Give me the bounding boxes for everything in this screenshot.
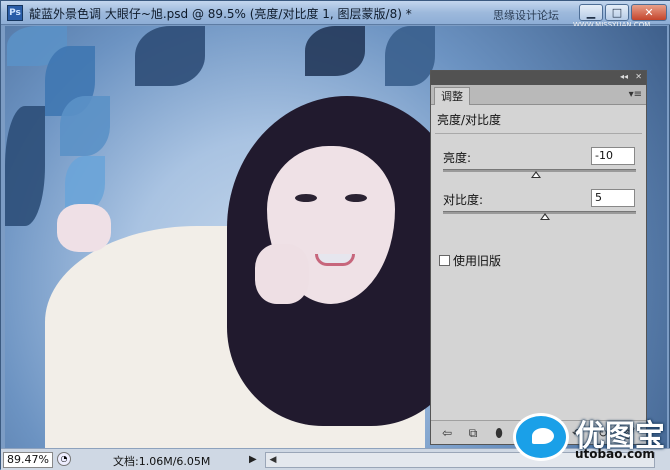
document-title: 靛蓝外景色调 大眼仔~旭.psd @ 89.5% (亮度/对比度 1, 图层蒙版… (29, 7, 412, 21)
navigator-icon[interactable]: ◔ (57, 452, 71, 466)
clip-layer-icon[interactable]: ⬮ (491, 425, 507, 441)
zoom-input[interactable]: 89.47% (3, 452, 53, 468)
document-size-info: 文档:1.06M/6.05M (113, 455, 211, 468)
photo-eye (295, 194, 317, 202)
photoshop-window: Ps 靛蓝外景色调 大眼仔~旭.psd @ 89.5% (亮度/对比度 1, 图… (0, 0, 670, 470)
minimize-button[interactable]: ▁ (579, 4, 603, 21)
maximize-button[interactable]: □ (605, 4, 629, 21)
adjustments-panel: ◂◂ ✕ 调整 ▾≡ 亮度/对比度 亮度: -10 对比度: 5 使用旧版 ⇦ … (430, 70, 647, 445)
divider (435, 133, 642, 134)
contrast-input[interactable]: 5 (591, 189, 635, 207)
document-canvas[interactable]: ◂◂ ✕ 调整 ▾≡ 亮度/对比度 亮度: -10 对比度: 5 使用旧版 ⇦ … (5, 26, 667, 448)
use-legacy-label: 使用旧版 (453, 254, 502, 268)
panel-menu-icon[interactable]: ▾≡ (629, 89, 642, 100)
adjustment-heading: 亮度/对比度 (437, 113, 502, 127)
leaf-decoration (135, 26, 205, 86)
photo-hand (57, 204, 111, 252)
collapse-icon[interactable]: ◂◂ (620, 72, 628, 81)
leaf-decoration (305, 26, 365, 76)
scroll-left-icon[interactable]: ◀ (266, 453, 280, 467)
use-legacy-checkbox[interactable] (439, 255, 450, 266)
brightness-input[interactable]: -10 (591, 147, 635, 165)
photo-hand (255, 244, 309, 304)
leaf-decoration (65, 156, 105, 211)
brightness-label: 亮度: (443, 151, 472, 165)
photoshop-app-icon[interactable]: Ps (7, 5, 23, 21)
leaf-decoration (5, 106, 45, 226)
contrast-label: 对比度: (443, 193, 484, 207)
back-arrow-icon[interactable]: ⇦ (439, 425, 455, 441)
tab-adjustments[interactable]: 调整 (434, 87, 470, 105)
status-bar: 89.47% ◔ 文档:1.06M/6.05M ▶ ◀ (1, 448, 670, 470)
expand-view-icon[interactable]: ⧉ (465, 425, 481, 441)
title-bar[interactable]: Ps 靛蓝外景色调 大眼仔~旭.psd @ 89.5% (亮度/对比度 1, 图… (1, 1, 670, 29)
leaf-decoration (60, 96, 110, 156)
site-watermark: 思缘设计论坛 (493, 9, 559, 22)
brightness-slider-thumb[interactable] (530, 171, 541, 178)
panel-drag-bar[interactable]: ◂◂ ✕ (431, 71, 646, 85)
brand-url: utobao.com (575, 447, 655, 461)
leaf-decoration (385, 26, 435, 86)
panel-tab-bar: 调整 ▾≡ (431, 85, 646, 105)
close-button[interactable]: ✕ (631, 4, 667, 21)
close-icon[interactable]: ✕ (635, 72, 642, 81)
contrast-slider-thumb[interactable] (540, 213, 551, 220)
brand-bird-logo (513, 413, 569, 461)
status-menu-arrow-icon[interactable]: ▶ (249, 452, 261, 468)
photo-eye (345, 194, 367, 202)
photo-smile (315, 254, 355, 266)
